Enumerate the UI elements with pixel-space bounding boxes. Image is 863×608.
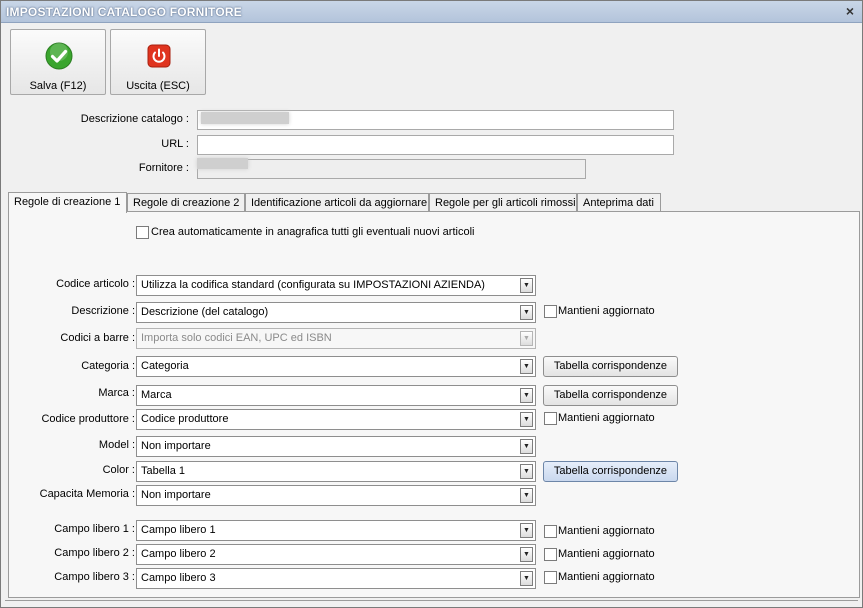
close-icon[interactable]: ×: [846, 3, 854, 19]
descrizione-value: Descrizione (del catalogo): [141, 306, 269, 318]
codice-articolo-value: Utilizza la codifica standard (configura…: [141, 279, 485, 291]
codice-produttore-keep-updated-checkbox[interactable]: [544, 412, 557, 425]
url-label: URL :: [161, 138, 189, 150]
codice-produttore-select[interactable]: Codice produttore ▼: [136, 409, 536, 430]
chevron-down-icon: ▼: [520, 464, 533, 479]
capacita-memoria-label: Capacita Memoria :: [39, 488, 135, 500]
color-label: Color :: [102, 464, 135, 476]
model-label: Model :: [98, 439, 135, 451]
descrizione-keep-updated-label[interactable]: Mantieni aggiornato: [558, 305, 655, 317]
tab-regole-creazione-2[interactable]: Regole di creazione 2: [127, 193, 245, 212]
campo-libero-2-select[interactable]: Campo libero 2 ▼: [136, 544, 536, 565]
campo-libero-1-label: Campo libero 1 :: [54, 523, 135, 535]
bottom-divider: [5, 600, 858, 602]
codice-produttore-keep-updated-label[interactable]: Mantieni aggiornato: [558, 412, 655, 424]
marca-label: Marca :: [98, 387, 135, 399]
chevron-down-icon: ▼: [520, 278, 533, 293]
tab-articoli-rimossi[interactable]: Regole per gli articoli rimossi: [429, 193, 577, 212]
categoria-value: Categoria: [141, 360, 189, 372]
url-input[interactable]: [197, 135, 674, 155]
campo-libero-3-label: Campo libero 3 :: [54, 571, 135, 583]
descrizione-select[interactable]: Descrizione (del catalogo) ▼: [136, 302, 536, 323]
exit-button-label: Uscita (ESC): [126, 80, 190, 92]
campo-libero-1-value: Campo libero 1: [141, 524, 216, 536]
descrizione-keep-updated-checkbox[interactable]: [544, 305, 557, 318]
capacita-memoria-value: Non importare: [141, 489, 211, 501]
model-select[interactable]: Non importare ▼: [136, 436, 536, 457]
campo-libero-2-keep-updated-checkbox[interactable]: [544, 548, 557, 561]
codici-barre-label: Codici a barre :: [60, 332, 135, 344]
supplier-label: Fornitore :: [138, 162, 189, 174]
window-title: IMPOSTAZIONI CATALOGO FORNITORE: [6, 5, 242, 19]
codice-produttore-label: Codice produttore :: [41, 413, 135, 425]
save-button-label: Salva (F12): [29, 80, 87, 92]
categoria-select[interactable]: Categoria ▼: [136, 356, 536, 377]
settings-window: IMPOSTAZIONI CATALOGO FORNITORE × Salva …: [0, 0, 863, 608]
campo-libero-3-keep-updated-checkbox[interactable]: [544, 571, 557, 584]
title-bar: IMPOSTAZIONI CATALOGO FORNITORE ×: [1, 1, 862, 23]
color-select[interactable]: Tabella 1 ▼: [136, 461, 536, 482]
chevron-down-icon: ▼: [520, 439, 533, 454]
chevron-down-icon: ▼: [520, 305, 533, 320]
codici-barre-select: Importa solo codici EAN, UPC ed ISBN ▼: [136, 328, 536, 349]
codice-produttore-value: Codice produttore: [141, 413, 229, 425]
marca-select[interactable]: Marca ▼: [136, 385, 536, 406]
catalog-description-label: Descrizione catalogo :: [80, 113, 189, 125]
chevron-down-icon: ▼: [520, 388, 533, 403]
save-button[interactable]: Salva (F12): [10, 29, 106, 95]
codice-articolo-select[interactable]: Utilizza la codifica standard (configura…: [136, 275, 536, 296]
categoria-mapping-button[interactable]: Tabella corrispondenze: [543, 356, 678, 377]
categoria-label: Categoria :: [81, 360, 135, 372]
chevron-down-icon: ▼: [520, 488, 533, 503]
campo-libero-2-label: Campo libero 2 :: [54, 547, 135, 559]
chevron-down-icon: ▼: [520, 547, 533, 562]
auto-create-label[interactable]: Crea automaticamente in anagrafica tutti…: [151, 226, 474, 238]
campo-libero-1-select[interactable]: Campo libero 1 ▼: [136, 520, 536, 541]
chevron-down-icon: ▼: [520, 571, 533, 586]
exit-button[interactable]: Uscita (ESC): [110, 29, 206, 95]
codice-articolo-label: Codice articolo :: [56, 278, 135, 290]
supplier-field: [197, 159, 586, 179]
power-icon: [147, 44, 171, 68]
color-value: Tabella 1: [141, 465, 186, 477]
campo-libero-3-select[interactable]: Campo libero 3 ▼: [136, 568, 536, 589]
campo-libero-1-keep-updated-label[interactable]: Mantieni aggiornato: [558, 525, 655, 537]
tab-regole-creazione-1[interactable]: Regole di creazione 1: [8, 192, 127, 213]
chevron-down-icon: ▼: [520, 359, 533, 374]
check-circle-icon: [45, 42, 73, 70]
auto-create-checkbox[interactable]: [136, 226, 149, 239]
campo-libero-2-keep-updated-label[interactable]: Mantieni aggiornato: [558, 548, 655, 560]
tab-identificazione-articoli[interactable]: Identificazione articoli da aggiornare: [245, 193, 429, 212]
model-value: Non importare: [141, 440, 211, 452]
chevron-down-icon: ▼: [520, 412, 533, 427]
redacted-value: [197, 158, 248, 169]
tab-anteprima-dati[interactable]: Anteprima dati: [577, 193, 661, 212]
tab-panel: Crea automaticamente in anagrafica tutti…: [8, 211, 860, 598]
marca-mapping-button[interactable]: Tabella corrispondenze: [543, 385, 678, 406]
campo-libero-3-value: Campo libero 3: [141, 572, 216, 584]
campo-libero-3-keep-updated-label[interactable]: Mantieni aggiornato: [558, 571, 655, 583]
codici-barre-value: Importa solo codici EAN, UPC ed ISBN: [141, 332, 332, 344]
capacita-memoria-select[interactable]: Non importare ▼: [136, 485, 536, 506]
chevron-down-icon: ▼: [520, 523, 533, 538]
descrizione-label: Descrizione :: [71, 305, 135, 317]
chevron-down-icon: ▼: [520, 331, 533, 346]
redacted-value: [201, 112, 289, 124]
campo-libero-1-keep-updated-checkbox[interactable]: [544, 525, 557, 538]
marca-value: Marca: [141, 389, 172, 401]
campo-libero-2-value: Campo libero 2: [141, 548, 216, 560]
color-mapping-button[interactable]: Tabella corrispondenze: [543, 461, 678, 482]
